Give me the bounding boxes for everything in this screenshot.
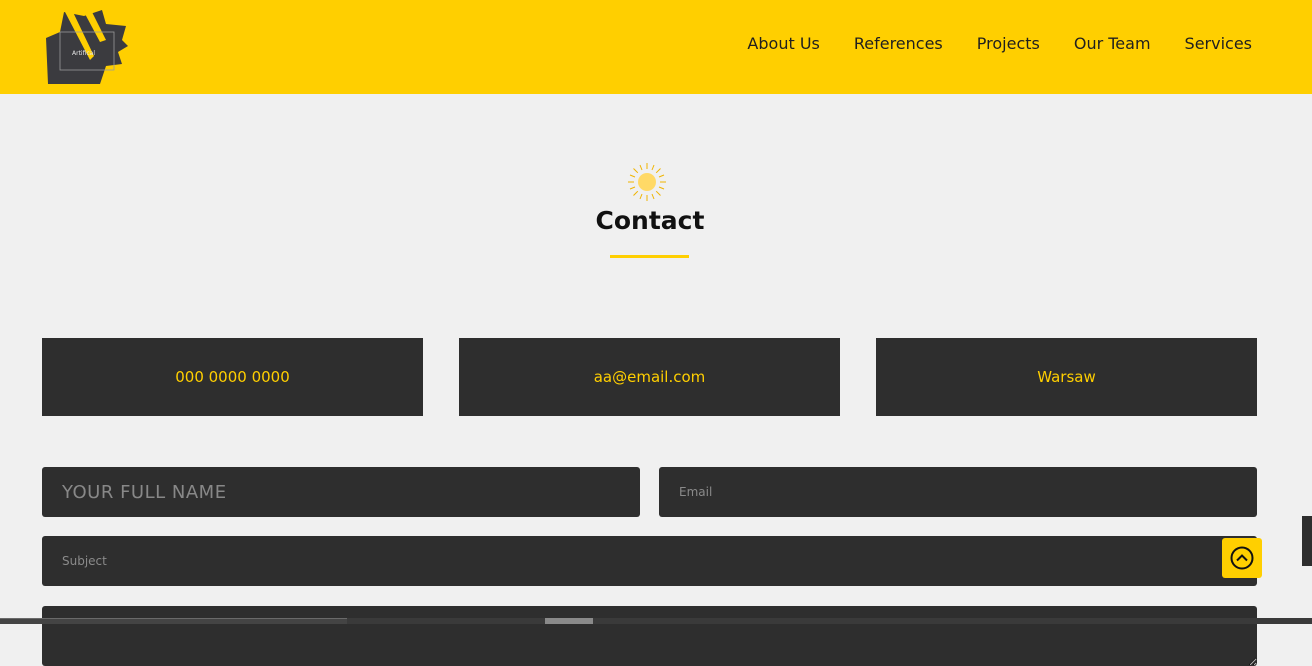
location-box: Warsaw [876,338,1257,416]
nav-projects[interactable]: Projects [977,33,1040,55]
chevron-up-circle-icon [1230,546,1254,570]
subject-input[interactable] [42,536,1257,586]
nav-about-us[interactable]: About Us [747,33,819,55]
side-tab[interactable] [1302,516,1312,566]
scrollbar-thumb[interactable] [545,618,593,624]
title-underline [610,255,689,258]
logo[interactable]: Artifical [44,6,130,86]
email-box: aa@email.com [459,338,840,416]
main-nav: About Us References Projects Our Team Se… [713,33,1252,55]
logo-mark [46,10,128,84]
bottom-bar-segment [0,618,347,624]
message-textarea[interactable] [42,606,1257,666]
phone-box: 000 0000 0000 [42,338,423,416]
bottom-scrollbar[interactable] [0,618,1312,624]
email-input[interactable] [659,467,1257,517]
page-title: Contact [595,206,705,235]
location-text: Warsaw [1037,368,1096,386]
site-header: Artifical About Us References Projects O… [0,0,1312,94]
nav-our-team[interactable]: Our Team [1074,33,1151,55]
nav-references[interactable]: References [854,33,943,55]
email-text[interactable]: aa@email.com [594,368,706,386]
sun-icon [628,163,666,201]
full-name-input[interactable] [42,467,640,517]
scroll-to-top-button[interactable] [1222,538,1262,578]
phone-text: 000 0000 0000 [175,368,290,386]
nav-services[interactable]: Services [1185,33,1252,55]
logo-text: Artifical [72,50,96,57]
